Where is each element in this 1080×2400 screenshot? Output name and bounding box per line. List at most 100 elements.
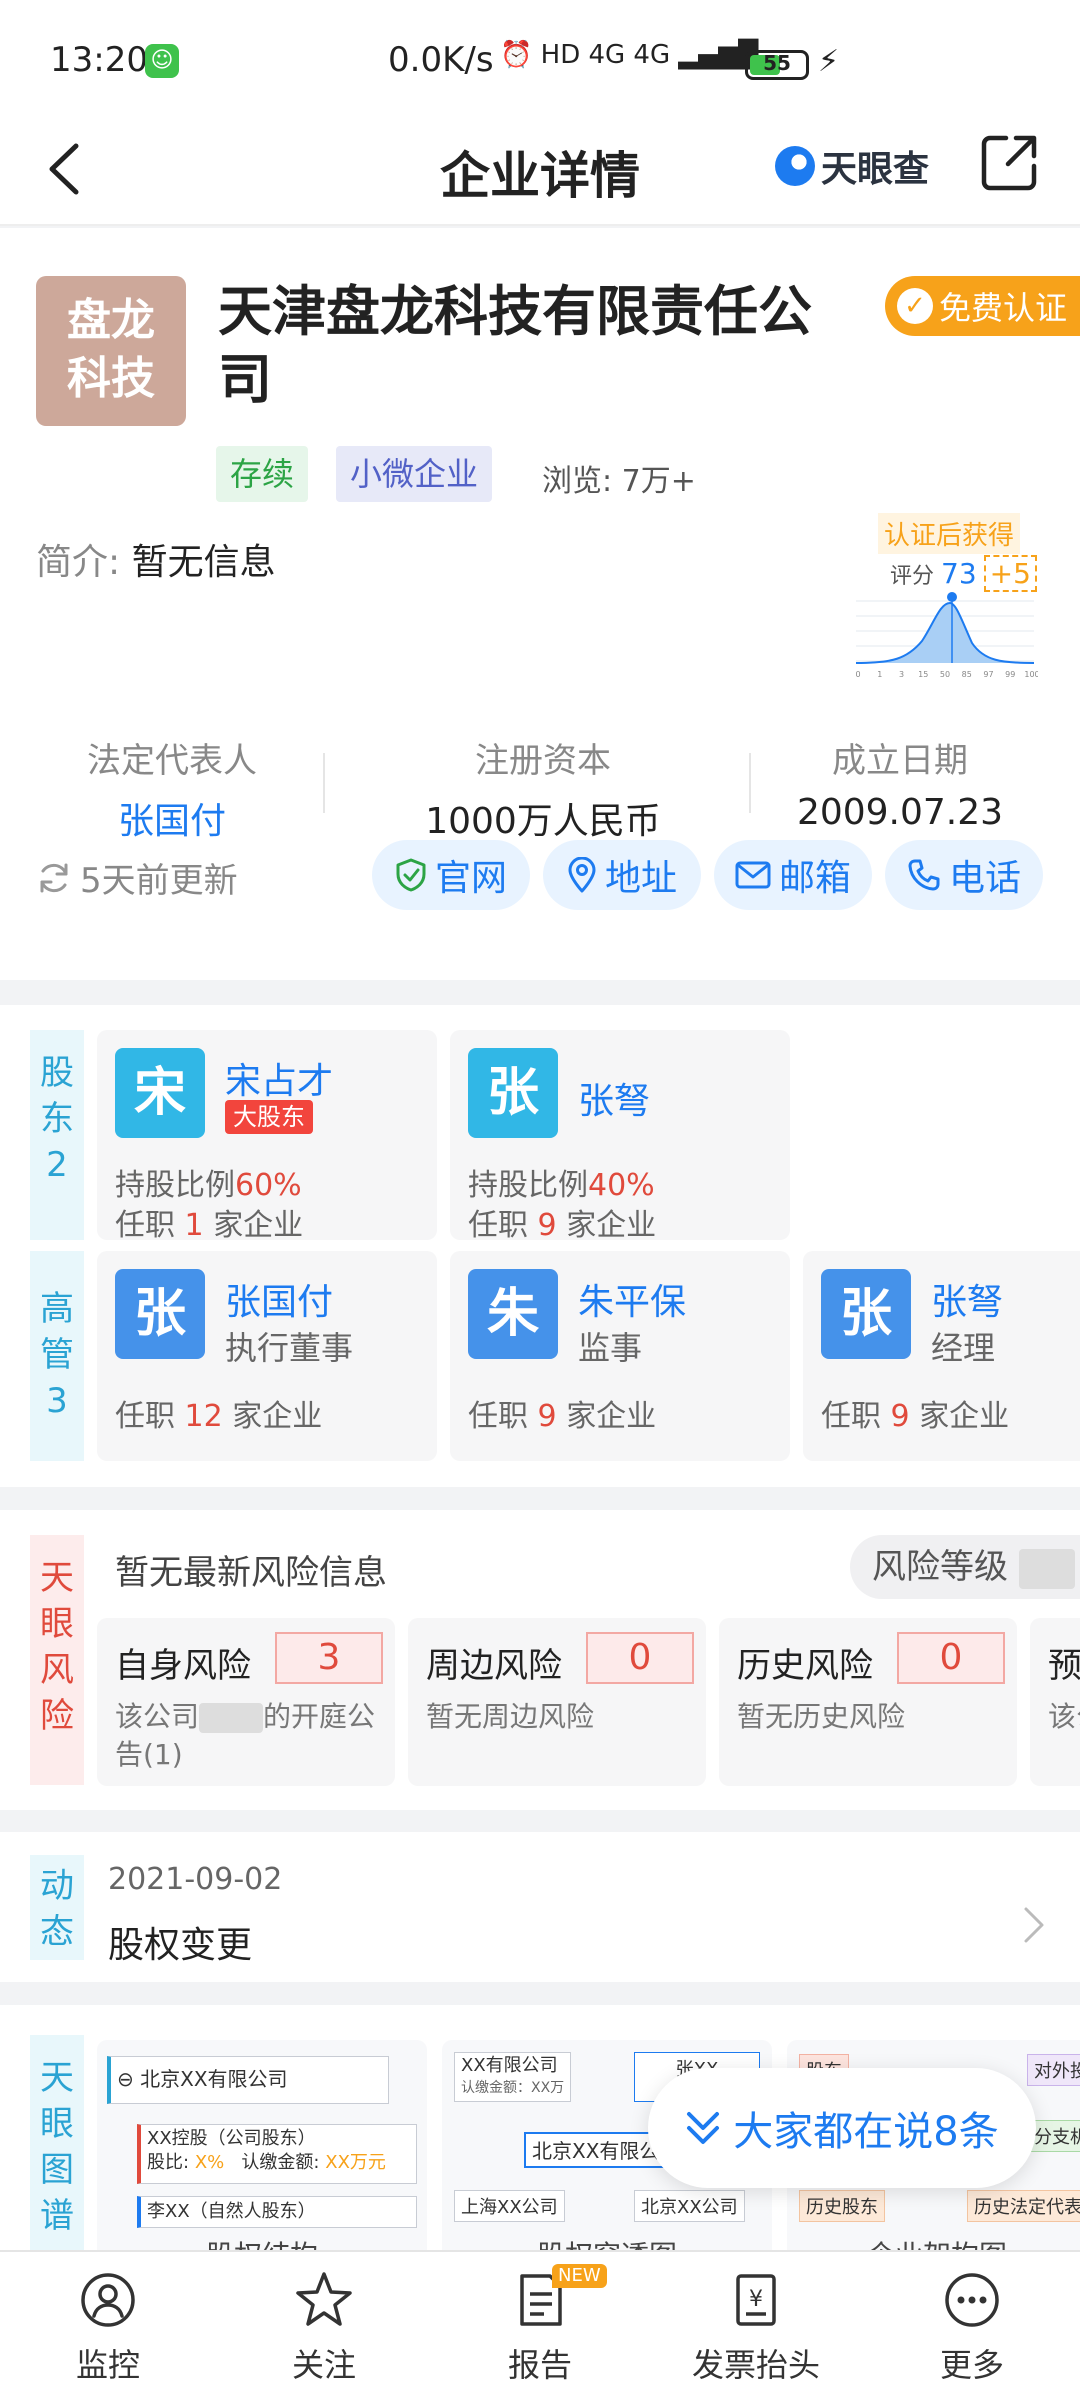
founded-value: 2009.07.23 <box>796 792 1004 833</box>
graph-node-label: XX有限公司 <box>461 2055 558 2076</box>
score-axis-tick: 100 <box>1024 670 1038 679</box>
dynamic-side-tag: 动 态 <box>30 1855 84 1960</box>
share-icon <box>981 135 1037 191</box>
equity-structure-thumb[interactable]: ⊖ 北京XX有限公司 XX控股（公司股东） 股比: X% 认缴金额: XX万元 … <box>97 2040 427 2260</box>
score-line: 评分 73 +5 <box>890 555 1037 592</box>
executive-card[interactable]: 张 张弩 经理 任职 9 家企业 <box>803 1251 1080 1461</box>
shareholder-card[interactable]: 宋 宋占才 大股东 持股比例60% 任职 1 家企业 <box>97 1030 437 1243</box>
job-count-pre: 任职 <box>468 1208 528 1243</box>
executive-name[interactable]: 张国付 <box>225 1273 333 1325</box>
job-count: 任职 9 家企业 <box>468 1391 656 1435</box>
risk-side-tag[interactable]: 天 眼 风 险 <box>30 1535 84 1785</box>
tab-more[interactable]: 更多 <box>864 2252 1080 2400</box>
risk-card-self[interactable]: 自身风险 3 该公司 的开庭公告(1) <box>97 1618 395 1786</box>
address-button[interactable]: 地址 <box>543 840 701 910</box>
tab-monitor[interactable]: 监控 <box>0 2252 216 2400</box>
company-card: 盘龙 科技 天津盘龙科技有限责任公司 ✓ 免费认证 存续 小微企业 浏览: 7万… <box>0 228 1080 980</box>
monitor-icon <box>81 2273 135 2327</box>
graph-node: XX有限公司 认缴金额：XX万 <box>454 2052 572 2102</box>
invoice-icon: ¥ <box>736 2274 776 2326</box>
risk-card-history[interactable]: 历史风险 0 暂无历史风险 <box>719 1618 1017 1786</box>
capital-label: 注册资本 <box>475 741 611 781</box>
update-status[interactable]: 5天前更新 <box>36 853 238 902</box>
executive-name[interactable]: 朱平保 <box>578 1273 686 1325</box>
tab-report[interactable]: NEW 报告 <box>432 2252 648 2400</box>
shareholder-name[interactable]: 宋占才 <box>225 1052 333 1104</box>
people-section: 股 东 2 宋 宋占才 大股东 持股比例60% 任职 1 家企业 张 张弩 持股… <box>0 1005 1080 1487</box>
legal-rep-link[interactable]: 张国付 <box>22 792 322 844</box>
score-bonus: +5 <box>983 555 1037 592</box>
phone-label: 电话 <box>948 858 1021 899</box>
battery-icon: 55 <box>745 50 809 80</box>
tab-label: 关注 <box>291 2346 356 2384</box>
share-ratio-label: 持股比例 <box>468 1168 588 1203</box>
job-count-pre: 任职 <box>115 1399 175 1434</box>
job-count: 任职 9 家企业 <box>468 1200 656 1244</box>
shield-icon <box>396 858 426 892</box>
view-count-value: 7万+ <box>621 464 696 499</box>
score-axis-tick: 15 <box>918 670 928 679</box>
score-axis-tick: 3 <box>899 670 904 679</box>
graph-root-label: 北京XX有限公司 <box>140 2067 288 2091</box>
shareholder-card[interactable]: 张 张弩 持股比例40% 任职 9 家企业 <box>450 1030 790 1243</box>
tab-label: 更多 <box>939 2346 1004 2384</box>
share-ratio-label: 持股比例 <box>115 1168 235 1203</box>
risk-name: 周边风险 <box>426 1646 562 1686</box>
executives-side-label: 高 管 3 <box>40 1289 74 1421</box>
company-logo: 盘龙 科技 <box>36 276 186 426</box>
tab-label: 发票抬头 <box>691 2346 820 2384</box>
risk-count: 0 <box>897 1632 1005 1684</box>
discussion-label: 大家都在说8条 <box>733 2109 999 2155</box>
job-count: 任职 12 家企业 <box>115 1391 322 1435</box>
job-count-num: 9 <box>890 1399 910 1434</box>
company-logo-line2: 科技 <box>67 353 155 404</box>
executive-card[interactable]: 张 张国付 执行董事 任职 12 家企业 <box>97 1251 437 1461</box>
founded-label: 成立日期 <box>832 741 968 781</box>
risk-card-warning[interactable]: 预 该公 <box>1030 1618 1080 1786</box>
risk-desc: 该公 <box>1048 1700 1080 1733</box>
executive-card[interactable]: 朱 朱平保 监事 任职 9 家企业 <box>450 1251 790 1461</box>
risk-level-button[interactable]: 风险等级 <box>850 1535 1080 1599</box>
wechat-notification-icon: ☺ <box>145 44 179 78</box>
risk-level-label: 风险等级 <box>872 1547 1008 1587</box>
share-button[interactable] <box>978 132 1040 194</box>
company-intro[interactable]: 简介: 暂无信息 <box>36 533 276 585</box>
share-ratio-value: 60% <box>235 1168 302 1203</box>
status-bar: 13:20 ☺ 0.0K/s ⏰ HD 4G 4G ▂▄▆█ 55 ⚡ <box>0 0 1080 110</box>
avatar: 张 <box>468 1048 558 1138</box>
avatar: 张 <box>115 1269 205 1359</box>
score-widget[interactable]: 认证后获得 评分 73 +5 0 1 3 15 50 85 97 99 100 <box>850 513 1040 683</box>
alarm-icon: ⏰ <box>500 40 533 70</box>
phone-button[interactable]: 电话 <box>885 840 1043 910</box>
free-certification-button[interactable]: ✓ 免费认证 <box>885 276 1080 336</box>
risk-card-surrounding[interactable]: 周边风险 0 暂无周边风险 <box>408 1618 706 1786</box>
svg-text:¥: ¥ <box>749 2287 763 2312</box>
executive-role: 监事 <box>578 1329 643 1367</box>
avatar: 宋 <box>115 1048 205 1138</box>
graph-side-tag[interactable]: 天 眼 图 谱 <box>30 2035 84 2255</box>
discussion-float-button[interactable]: 大家都在说8条 <box>648 2068 1036 2188</box>
status-time: 13:20 <box>50 40 148 80</box>
tab-invoice[interactable]: ¥ 发票抬头 <box>648 2252 864 2400</box>
website-button[interactable]: 官网 <box>372 840 530 910</box>
mail-icon <box>735 861 771 889</box>
email-button[interactable]: 邮箱 <box>714 840 872 910</box>
company-name: 天津盘龙科技有限责任公司 <box>218 280 812 411</box>
executives-side-tag[interactable]: 高 管 3 <box>30 1251 84 1461</box>
graph-node: 北京XX公司 <box>634 2190 745 2222</box>
blurred-text <box>199 1703 264 1733</box>
email-label: 邮箱 <box>778 858 851 899</box>
tab-follow[interactable]: 关注 <box>216 2252 432 2400</box>
update-text: 5天前更新 <box>80 861 238 901</box>
risk-desc: 该公司 的开庭公告(1) <box>115 1698 385 1774</box>
status-network-speed: 0.0K/s <box>388 40 494 80</box>
enterprise-size-badge: 小微企业 <box>336 446 493 502</box>
executive-name[interactable]: 张弩 <box>931 1273 1003 1325</box>
graph-child-ratio: X% <box>194 2152 225 2173</box>
shareholder-name[interactable]: 张弩 <box>578 1072 650 1124</box>
shareholders-side-tag[interactable]: 股 东 2 <box>30 1030 84 1240</box>
job-count-num: 9 <box>537 1208 557 1243</box>
chevron-right-icon <box>1024 1907 1044 1943</box>
new-badge: NEW <box>552 2264 607 2288</box>
executive-role: 经理 <box>931 1329 996 1367</box>
